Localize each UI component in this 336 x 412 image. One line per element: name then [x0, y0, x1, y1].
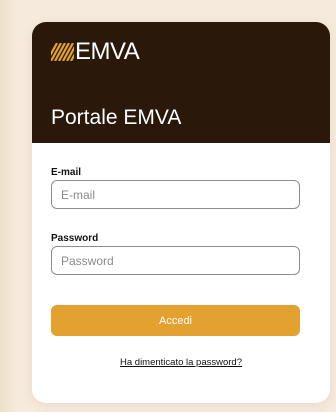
- password-field[interactable]: [51, 246, 300, 275]
- card-header: EMVA Portale EMVA: [32, 22, 330, 143]
- login-card: EMVA Portale EMVA E-mail Password Accedi…: [32, 22, 330, 403]
- email-field[interactable]: [51, 180, 300, 209]
- password-label: Password: [51, 233, 99, 244]
- brand: EMVA: [51, 38, 140, 65]
- email-label: E-mail: [51, 167, 82, 178]
- page-background-shade: [0, 0, 18, 412]
- page-title: Portale EMVA: [51, 106, 182, 129]
- emva-logo-icon: [51, 43, 74, 61]
- brand-name: EMVA: [75, 38, 140, 65]
- forgot-password-link[interactable]: Ha dimenticato la password?: [32, 357, 330, 368]
- login-button[interactable]: Accedi: [51, 305, 300, 336]
